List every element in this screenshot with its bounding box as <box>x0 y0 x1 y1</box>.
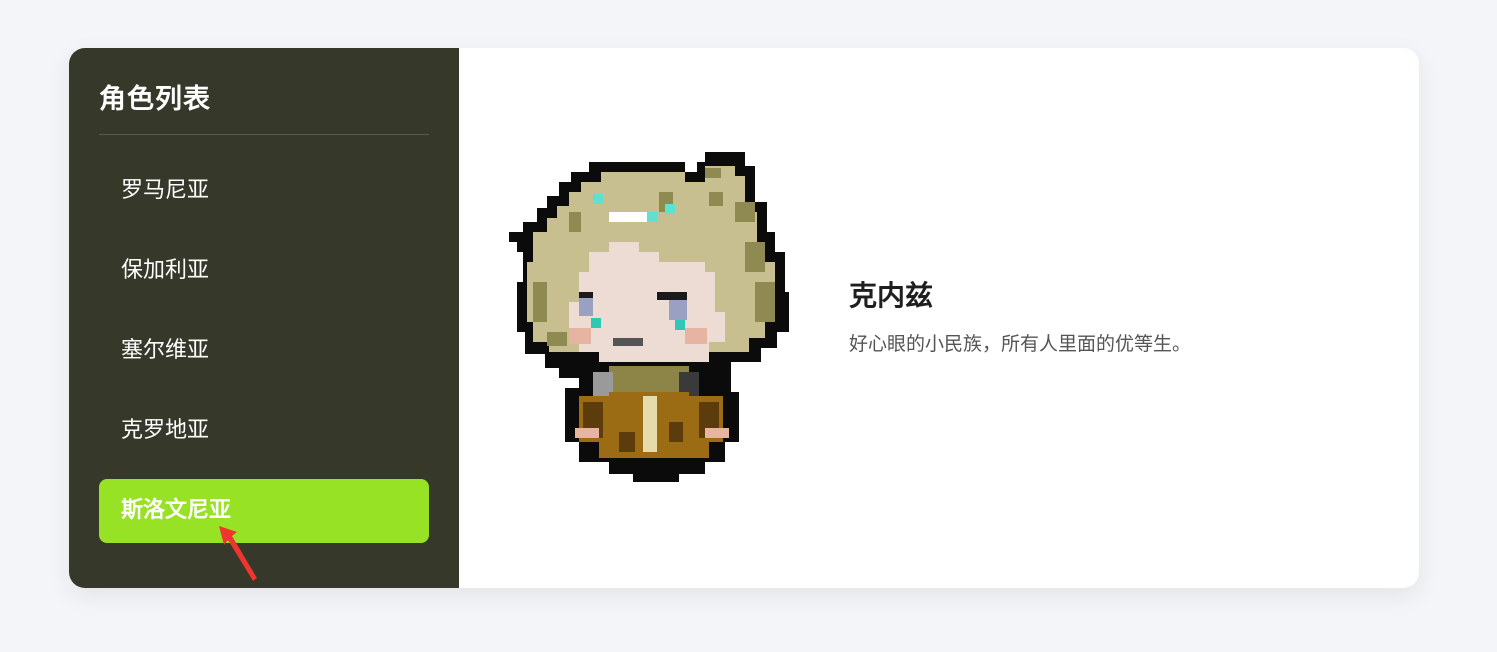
pixel-character-portrait-icon <box>509 152 789 482</box>
hairclip-gem-left <box>593 194 603 204</box>
sidebar-item-romania[interactable]: 罗马尼亚 <box>99 159 429 223</box>
sidebar-item-serbia[interactable]: 塞尔维亚 <box>99 319 429 383</box>
sidebar-title: 角色列表 <box>99 84 211 115</box>
left-hand <box>575 428 599 438</box>
character-name: 克内兹 <box>849 279 934 312</box>
mouth <box>613 338 643 346</box>
sidebar-item-slovenia[interactable]: 斯洛文尼亚 <box>99 479 429 543</box>
hairclip-gem-center <box>665 204 675 214</box>
character-detail: 克内兹 好心眼的小民族，所有人里面的优等生。 <box>459 48 1419 588</box>
character-description: 好心眼的小民族，所有人里面的优等生。 <box>849 333 1192 355</box>
sidebar-item-croatia[interactable]: 克罗地亚 <box>99 399 429 463</box>
jacket-zipper <box>643 396 657 452</box>
hairclip-gem-right <box>647 212 657 222</box>
character-card: 角色列表 罗马尼亚 保加利亚 塞尔维亚 克罗地亚 斯洛文尼亚 克内兹 好心眼的小… <box>69 48 1419 588</box>
pointer-arrow-icon <box>219 526 257 581</box>
right-blush <box>685 328 707 344</box>
sidebar-divider <box>99 134 429 135</box>
hairclip <box>609 212 649 222</box>
character-sidebar: 角色列表 罗马尼亚 保加利亚 塞尔维亚 克罗地亚 斯洛文尼亚 <box>69 48 459 588</box>
collar <box>609 366 689 396</box>
character-info: 克内兹 好心眼的小民族，所有人里面的优等生。 <box>849 276 1191 358</box>
left-blush <box>569 328 591 344</box>
character-list: 罗马尼亚 保加利亚 塞尔维亚 克罗地亚 斯洛文尼亚 <box>99 159 429 543</box>
right-hand <box>705 428 729 438</box>
sidebar-item-bulgaria[interactable]: 保加利亚 <box>99 239 429 303</box>
